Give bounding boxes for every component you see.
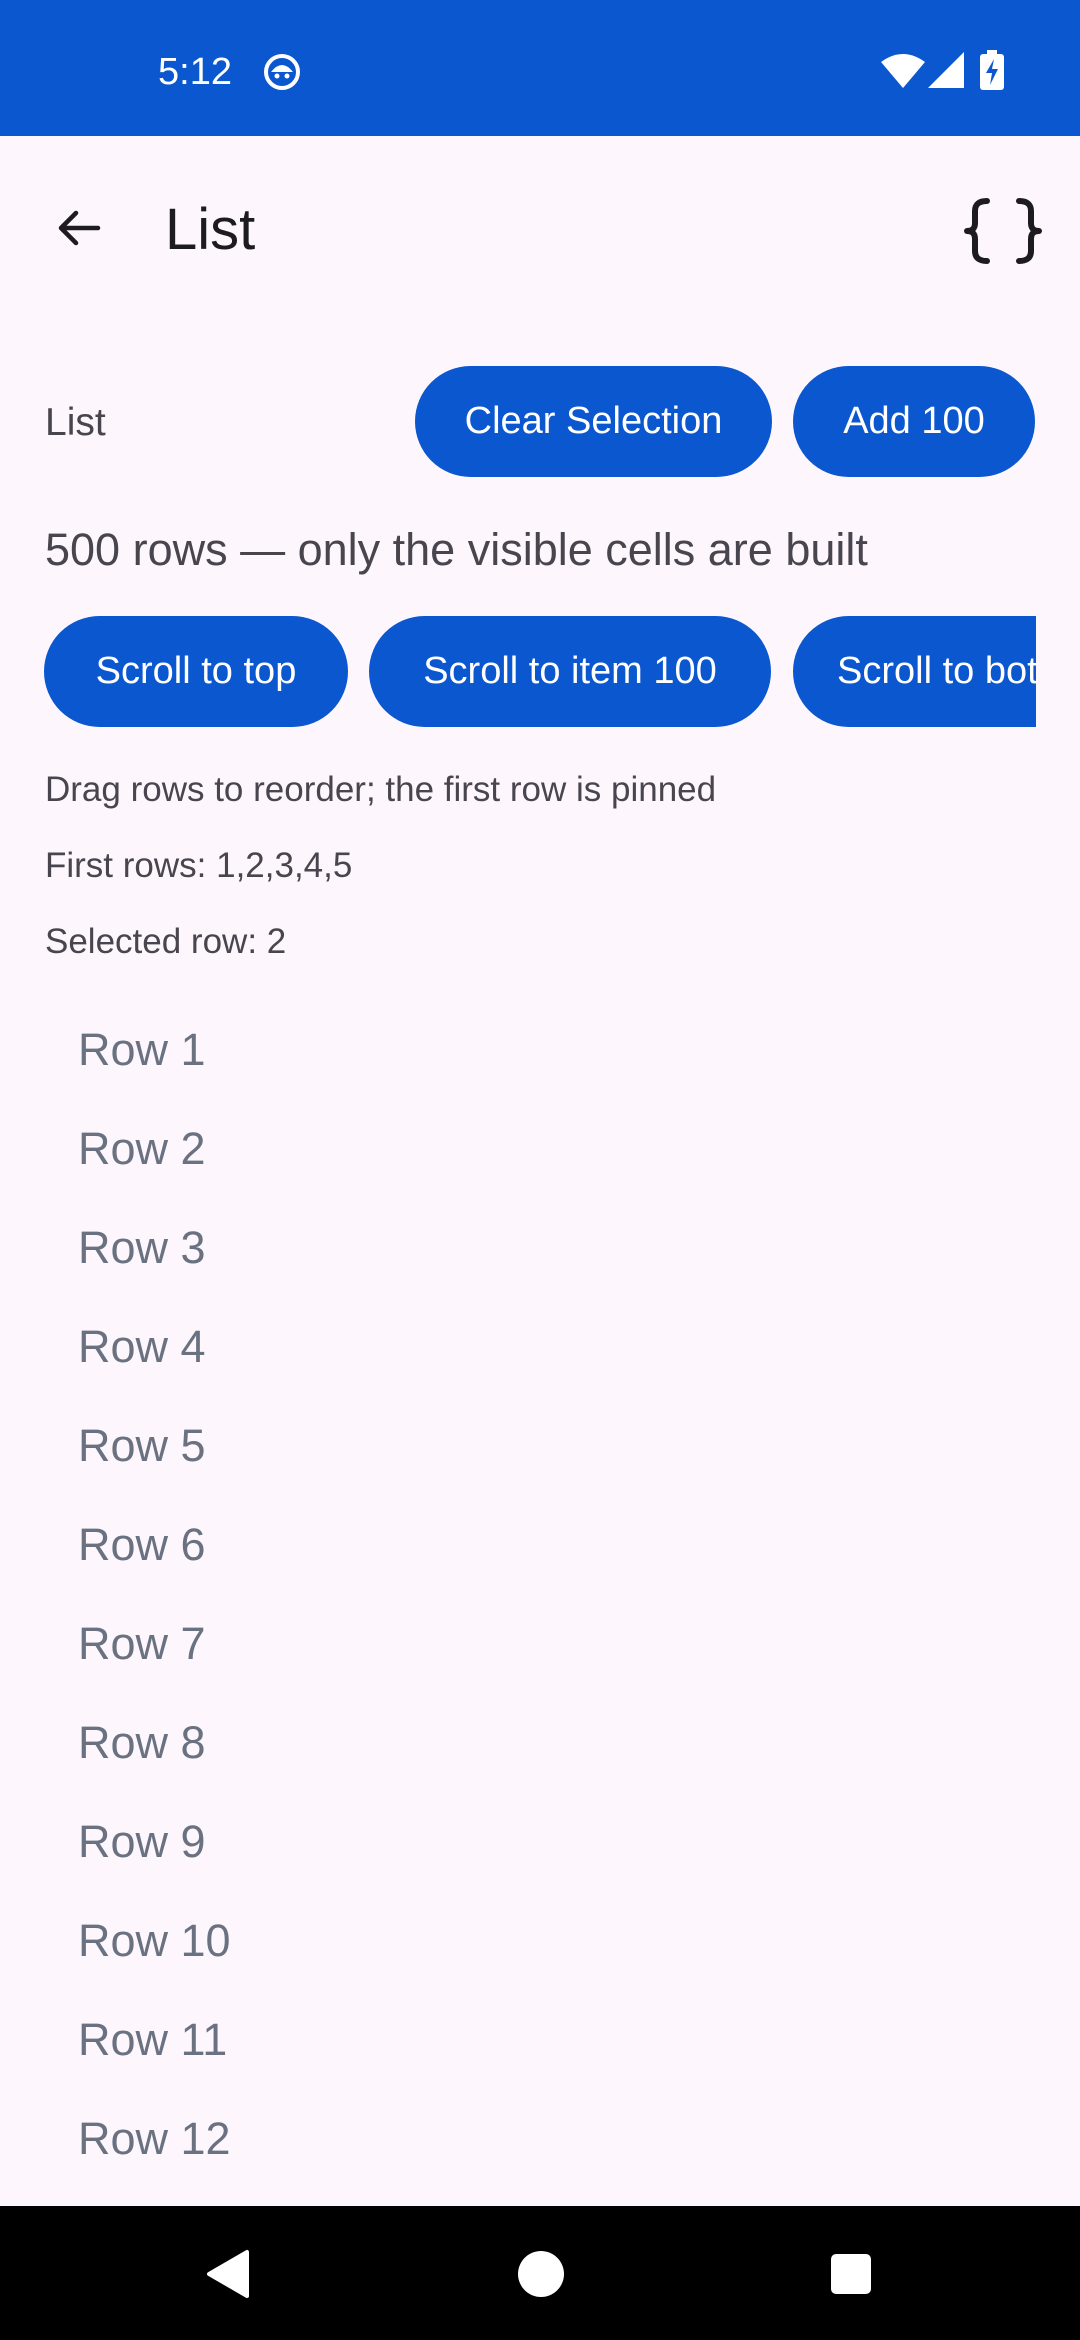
list-item[interactable]: Row 12 [0, 2089, 1080, 2188]
list-item[interactable]: Row 10 [0, 1891, 1080, 1990]
selected-row-text: Selected row: 2 [45, 922, 287, 961]
list-item[interactable]: Row 5 [0, 1396, 1080, 1495]
list-controls: List Clear Selection Add 100 [0, 366, 1080, 478]
list-item[interactable]: Row 8 [0, 1693, 1080, 1792]
system-navigation-bar [0, 2206, 1080, 2340]
wifi-icon [881, 54, 925, 88]
page-title: List [165, 197, 256, 262]
list-item[interactable]: Row 6 [0, 1495, 1080, 1594]
list-item[interactable]: Row 2 [0, 1099, 1080, 1198]
nav-home-icon[interactable] [516, 2249, 566, 2299]
rows-list[interactable]: Row 1 Row 2 Row 3 Row 4 Row 5 Row 6 Row … [0, 1000, 1080, 2188]
list-item[interactable]: Row 9 [0, 1792, 1080, 1891]
status-bar: 5:12 [0, 0, 1080, 136]
list-item[interactable]: Row 7 [0, 1594, 1080, 1693]
top-app-bar: List [0, 136, 1080, 312]
code-braces-icon [964, 198, 1042, 264]
nav-back-icon[interactable] [203, 2248, 255, 2300]
list-item[interactable]: Row 3 [0, 1198, 1080, 1297]
first-rows-text: First rows: 1,2,3,4,5 [45, 846, 353, 885]
list-item[interactable]: Row 1 [0, 1000, 1080, 1099]
rows-summary: 500 rows — only the visible cells are bu… [45, 524, 868, 575]
back-button[interactable] [38, 188, 118, 268]
battery-charging-icon [980, 50, 1004, 90]
scroll-buttons-row[interactable]: Scroll to top Scroll to item 100 Scroll … [0, 616, 1036, 728]
clear-selection-button[interactable]: Clear Selection [415, 366, 772, 477]
scroll-to-item-100-button[interactable]: Scroll to item 100 [369, 616, 771, 727]
section-label: List [45, 401, 106, 444]
list-item[interactable]: Row 4 [0, 1297, 1080, 1396]
view-source-button[interactable] [958, 186, 1048, 276]
nav-recents-icon[interactable] [829, 2252, 873, 2296]
app-notification-icon [264, 54, 300, 90]
signal-icon [928, 52, 964, 88]
add-100-button[interactable]: Add 100 [793, 366, 1035, 477]
list-item[interactable]: Row 11 [0, 1990, 1080, 2089]
drag-hint-text: Drag rows to reorder; the first row is p… [45, 770, 717, 809]
arrow-back-icon [58, 210, 101, 246]
scroll-to-bottom-button[interactable]: Scroll to bottom [793, 616, 1036, 727]
status-time: 5:12 [158, 51, 232, 93]
scroll-to-top-button[interactable]: Scroll to top [44, 616, 348, 727]
